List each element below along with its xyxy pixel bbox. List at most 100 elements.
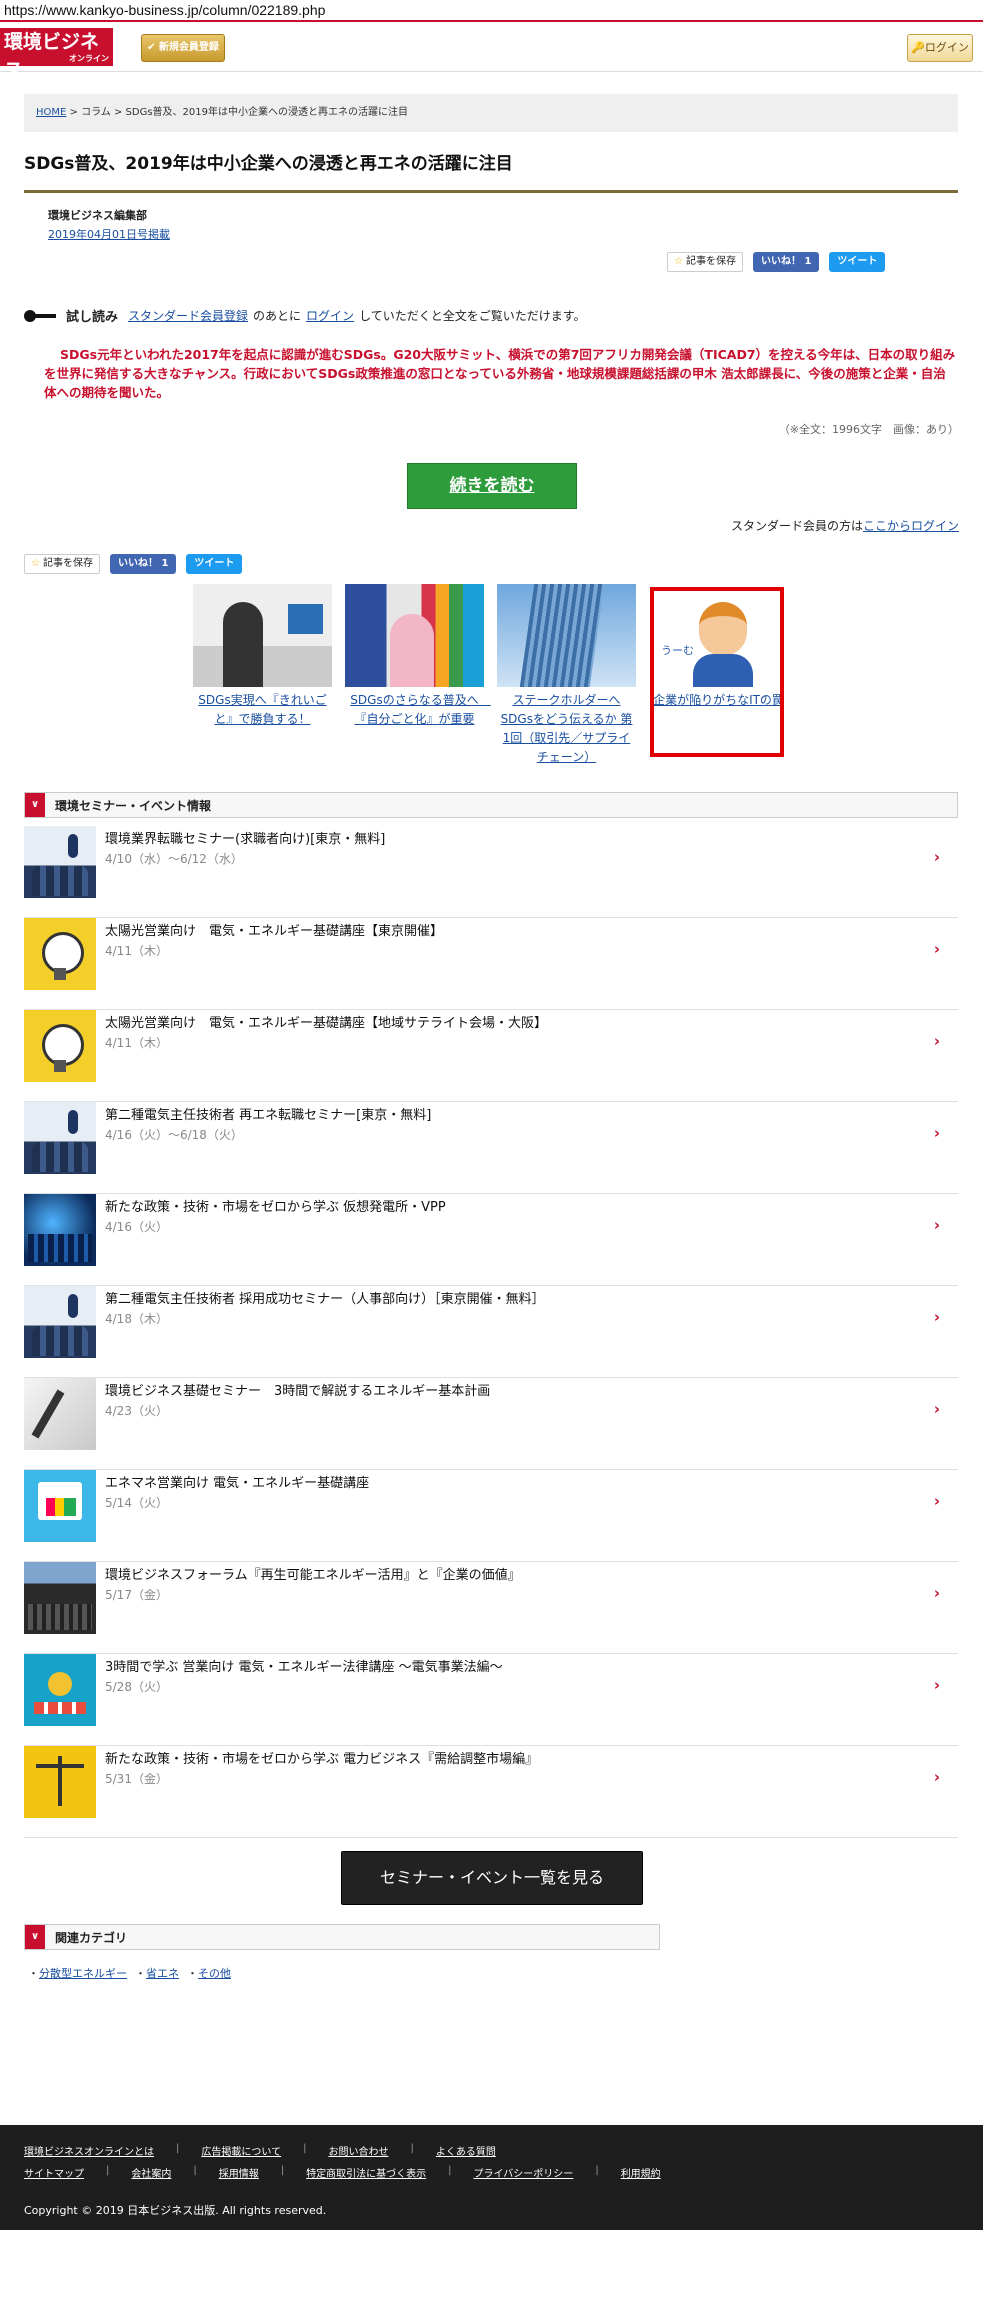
chevron-down-icon: ∨: [25, 1925, 45, 1949]
star-icon: ☆: [31, 558, 40, 569]
all-events-button[interactable]: セミナー・イベント一覧を見る: [341, 1851, 643, 1905]
tweet-button[interactable]: ツイート: [186, 554, 243, 574]
event-thumbnail[interactable]: [24, 1286, 96, 1358]
footer-link[interactable]: よくある質問: [436, 2143, 496, 2158]
save-article-button[interactable]: ☆ 記事を保存: [24, 554, 100, 574]
event-title[interactable]: エネマネ営業向け 電気・エネルギー基礎講座: [105, 1472, 369, 1491]
breadcrumb-home[interactable]: HOME: [36, 107, 66, 118]
footer-link[interactable]: サイトマップ: [24, 2165, 84, 2180]
related-thumbnail[interactable]: [497, 584, 636, 687]
category-link[interactable]: 省エネ: [146, 1967, 179, 1980]
related-thumbnail[interactable]: [193, 584, 332, 687]
save-article-button[interactable]: ☆ 記事を保存: [667, 252, 743, 272]
tweet-label: ツイート: [837, 256, 878, 267]
event-title[interactable]: 新たな政策・技術・市場をゼロから学ぶ 電力ビジネス『需給調整市場編』: [105, 1748, 538, 1767]
related-article[interactable]: うーむ 企業が陥りがちなITの罠: [649, 584, 788, 767]
footer-link[interactable]: 会社案内: [131, 2165, 171, 2180]
facebook-like-button[interactable]: いいね！ 1: [752, 252, 820, 272]
check-icon: ✔: [147, 42, 159, 53]
event-title[interactable]: 3時間で学ぶ 営業向け 電気・エネルギー法律講座 ～電気事業法編～: [105, 1656, 503, 1675]
event-thumbnail[interactable]: [24, 826, 96, 898]
chevron-right-icon[interactable]: ›: [934, 1216, 940, 1234]
event-title[interactable]: 環境ビジネス基礎セミナー 3時間で解説するエネルギー基本計画: [105, 1380, 490, 1399]
event-title[interactable]: 太陽光営業向け 電気・エネルギー基礎講座【地域サテライト会場・大阪】: [105, 1012, 547, 1031]
footer-link[interactable]: プライバシーポリシー: [474, 2165, 574, 2180]
article-lead: SDGs元年といわれた2017年を起点に認識が進むSDGs。G20大阪サミット、…: [44, 347, 956, 400]
related-article[interactable]: ステークホルダーへSDGsをどう伝えるか 第1回（取引先／サプライチェーン）: [497, 584, 636, 767]
event-item[interactable]: 太陽光営業向け 電気・エネルギー基礎講座【東京開催】 4/11（木） ›: [24, 918, 958, 1010]
trial-login-link[interactable]: ログイン: [306, 307, 354, 324]
event-item[interactable]: 3時間で学ぶ 営業向け 電気・エネルギー法律講座 ～電気事業法編～ 5/28（火）…: [24, 1654, 958, 1746]
event-title[interactable]: 環境ビジネスフォーラム『再生可能エネルギー活用』と『企業の価値』: [105, 1564, 521, 1583]
address-bar[interactable]: https://www.kankyo-business.jp/column/02…: [0, 0, 983, 22]
chevron-right-icon[interactable]: ›: [934, 1584, 940, 1602]
chevron-right-icon[interactable]: ›: [934, 1400, 940, 1418]
breadcrumb-sep: >: [110, 107, 126, 118]
footer-link[interactable]: 特定商取引法に基づく表示: [306, 2165, 426, 2180]
site-logo[interactable]: 環境ビジネス オンライン: [0, 28, 113, 81]
related-thumbnail[interactable]: [345, 584, 484, 687]
category-link[interactable]: 分散型エネルギー: [39, 1967, 127, 1980]
facebook-like-button[interactable]: いいね！ 1: [109, 554, 177, 574]
footer-link[interactable]: お問い合わせ: [328, 2143, 388, 2158]
related-article[interactable]: SDGsのさらなる普及へ 『自分ごと化』が重要: [345, 584, 491, 767]
event-thumbnail[interactable]: [24, 1102, 96, 1174]
related-thumbnail[interactable]: うーむ: [649, 584, 788, 687]
chevron-right-icon[interactable]: ›: [934, 940, 940, 958]
event-title[interactable]: 第二種電気主任技術者 採用成功セミナー（人事部向け）［東京開催・無料］: [105, 1288, 545, 1307]
event-title[interactable]: 第二種電気主任技術者 再エネ転職セミナー[東京・無料]: [105, 1104, 431, 1123]
read-more-button[interactable]: 続きを読む: [407, 463, 577, 509]
footer-sep: |: [303, 2143, 307, 2154]
event-item[interactable]: 環境ビジネスフォーラム『再生可能エネルギー活用』と『企業の価値』 5/17（金） ›: [24, 1562, 958, 1654]
publish-date-link[interactable]: 2019年04月01日号掲載: [48, 226, 170, 242]
event-thumbnail[interactable]: [24, 1562, 96, 1634]
breadcrumb-column[interactable]: コラム: [81, 107, 111, 118]
standard-register-link[interactable]: スタンダード会員登録: [128, 307, 248, 324]
footer-link[interactable]: 利用規約: [621, 2165, 661, 2180]
footer-link[interactable]: 環境ビジネスオンラインとは: [24, 2143, 154, 2158]
related-caption[interactable]: ステークホルダーへSDGsをどう伝えるか 第1回（取引先／サプライチェーン）: [497, 691, 636, 767]
footer-link[interactable]: 広告掲載について: [201, 2143, 281, 2158]
event-title[interactable]: 新たな政策・技術・市場をゼロから学ぶ 仮想発電所・VPP: [105, 1196, 446, 1215]
footer-link[interactable]: 採用情報: [219, 2165, 259, 2180]
related-caption[interactable]: SDGsのさらなる普及へ 『自分ごと化』が重要: [345, 691, 490, 729]
std-login-link[interactable]: ここからログイン: [863, 519, 959, 533]
events-section-title: 環境セミナー・イベント情報: [55, 798, 212, 813]
chevron-right-icon[interactable]: ›: [934, 848, 940, 866]
chevron-right-icon[interactable]: ›: [934, 1032, 940, 1050]
login-button[interactable]: 🔑ログイン: [907, 34, 973, 62]
chevron-right-icon[interactable]: ›: [934, 1492, 940, 1510]
tweet-button[interactable]: ツイート: [829, 252, 886, 272]
share-bar-bottom: ☆ 記事を保存 いいね！ 1 ツイート: [24, 554, 243, 574]
event-item[interactable]: 太陽光営業向け 電気・エネルギー基礎講座【地域サテライト会場・大阪】 4/11（木…: [24, 1010, 958, 1102]
worried-body: [693, 654, 753, 687]
event-thumbnail[interactable]: [24, 1654, 96, 1726]
char-count: （※全文：1996文字 画像：あり）: [778, 423, 959, 436]
event-item[interactable]: 環境業界転職セミナー(求職者向け)[東京・無料] 4/10（水）～6/12（水） ›: [24, 826, 958, 918]
category-link[interactable]: その他: [198, 1967, 231, 1980]
event-thumbnail[interactable]: [24, 1010, 96, 1082]
event-title[interactable]: 環境業界転職セミナー(求職者向け)[東京・無料]: [105, 828, 385, 847]
event-item[interactable]: 環境ビジネス基礎セミナー 3時間で解説するエネルギー基本計画 4/23（火） ›: [24, 1378, 958, 1470]
related-article[interactable]: SDGs実現へ『きれいごと』で勝負する！: [193, 584, 332, 767]
event-title[interactable]: 太陽光営業向け 電気・エネルギー基礎講座【東京開催】: [105, 920, 443, 939]
chevron-right-icon[interactable]: ›: [934, 1124, 940, 1142]
categories-section-header: ∨ 関連カテゴリ: [24, 1924, 660, 1950]
site-header: 環境ビジネス オンライン ✔ 新規会員登録 🔑ログイン: [0, 22, 983, 81]
event-item[interactable]: エネマネ営業向け 電気・エネルギー基礎講座 5/14（火） ›: [24, 1470, 958, 1562]
related-caption[interactable]: 企業が陥りがちなITの罠: [649, 691, 788, 710]
chevron-right-icon[interactable]: ›: [934, 1768, 940, 1786]
event-item[interactable]: 新たな政策・技術・市場をゼロから学ぶ 仮想発電所・VPP 4/16（火） ›: [24, 1194, 958, 1286]
event-thumbnail[interactable]: [24, 1746, 96, 1818]
event-thumbnail[interactable]: [24, 1470, 96, 1542]
register-button[interactable]: ✔ 新規会員登録: [141, 34, 225, 62]
event-thumbnail[interactable]: [24, 918, 96, 990]
event-thumbnail[interactable]: [24, 1194, 96, 1266]
chevron-right-icon[interactable]: ›: [934, 1676, 940, 1694]
event-thumbnail[interactable]: [24, 1378, 96, 1450]
chevron-right-icon[interactable]: ›: [934, 1308, 940, 1326]
related-caption[interactable]: SDGs実現へ『きれいごと』で勝負する！: [193, 691, 332, 729]
event-item[interactable]: 第二種電気主任技術者 採用成功セミナー（人事部向け）［東京開催・無料］ 4/18（…: [24, 1286, 958, 1378]
event-item[interactable]: 新たな政策・技術・市場をゼロから学ぶ 電力ビジネス『需給調整市場編』 5/31（金…: [24, 1746, 958, 1838]
event-item[interactable]: 第二種電気主任技術者 再エネ転職セミナー[東京・無料] 4/16（火）～6/18（…: [24, 1102, 958, 1194]
